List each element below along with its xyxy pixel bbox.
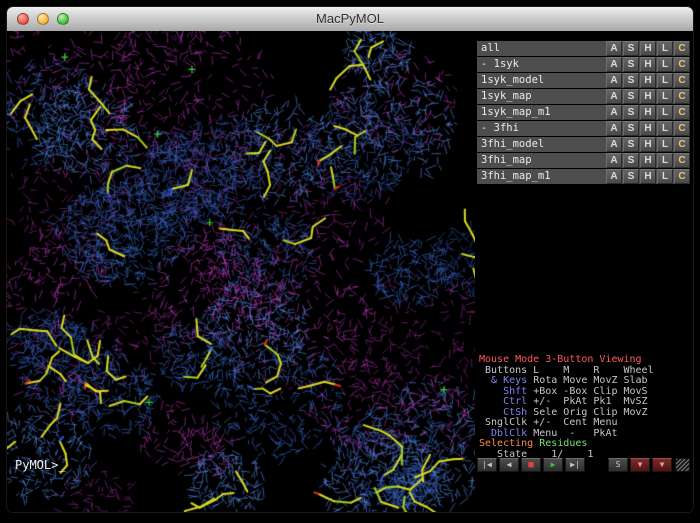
hide-button[interactable]: H	[640, 121, 656, 136]
hide-button[interactable]: H	[640, 137, 656, 152]
window-title: MacPyMOL	[7, 7, 693, 31]
hide-button[interactable]: H	[640, 41, 656, 56]
opengl-area: PyMOL>_ all A S H L C - 1syk A S H L C	[7, 31, 693, 512]
zoom-button[interactable]	[57, 13, 69, 25]
internal-gui-panel: all A S H L C - 1syk A S H L C 1syk_mode…	[475, 31, 693, 512]
label-button[interactable]: L	[657, 41, 673, 56]
label-button[interactable]: L	[657, 169, 673, 184]
action-button[interactable]: A	[606, 57, 622, 72]
resize-grip[interactable]	[675, 458, 690, 472]
label-button[interactable]: L	[657, 73, 673, 88]
menu-dropdown-icon[interactable]: ▼	[652, 458, 672, 472]
object-name[interactable]: 1syk_map_m1	[477, 105, 605, 120]
object-row: all A S H L C	[477, 41, 690, 56]
play-button[interactable]: ▶	[543, 458, 563, 472]
action-button[interactable]: A	[606, 105, 622, 120]
object-name[interactable]: 3fhi_model	[477, 137, 605, 152]
color-button[interactable]: C	[674, 41, 690, 56]
object-name[interactable]: - 1syk	[477, 57, 605, 72]
stop-button[interactable]: ■	[521, 458, 541, 472]
action-button[interactable]: A	[606, 121, 622, 136]
action-button[interactable]: A	[606, 41, 622, 56]
object-row: - 3fhi A S H L C	[477, 121, 690, 136]
object-row: - 1syk A S H L C	[477, 57, 690, 72]
label-button[interactable]: L	[657, 121, 673, 136]
hide-button[interactable]: H	[640, 105, 656, 120]
color-button[interactable]: C	[674, 169, 690, 184]
go-to-end-button[interactable]: ▶|	[565, 458, 585, 472]
show-button[interactable]: S	[623, 105, 639, 120]
label-button[interactable]: L	[657, 105, 673, 120]
command-prompt[interactable]: PyMOL>_	[15, 458, 66, 472]
label-button[interactable]: L	[657, 153, 673, 168]
object-row: 3fhi_map A S H L C	[477, 153, 690, 168]
hide-button[interactable]: H	[640, 57, 656, 72]
vcr-controls: |◀ ◀ ■ ▶ ▶| S ▼ ▼	[477, 457, 690, 472]
object-name[interactable]: - 3fhi	[477, 121, 605, 136]
object-row: 1syk_model A S H L C	[477, 73, 690, 88]
macpymol-window: MacPyMOL PyMOL>_ all A S H L C - 1syk A …	[6, 6, 694, 513]
show-button[interactable]: S	[623, 57, 639, 72]
color-button[interactable]: C	[674, 89, 690, 104]
object-list: all A S H L C - 1syk A S H L C 1syk_mode…	[475, 31, 693, 184]
color-button[interactable]: C	[674, 73, 690, 88]
color-button[interactable]: C	[674, 57, 690, 72]
show-button[interactable]: S	[623, 169, 639, 184]
show-button[interactable]: S	[623, 73, 639, 88]
label-button[interactable]: L	[657, 137, 673, 152]
object-row: 3fhi_map_m1 A S H L C	[477, 169, 690, 184]
go-to-start-button[interactable]: |◀	[477, 458, 497, 472]
close-button[interactable]	[17, 13, 29, 25]
show-button[interactable]: S	[623, 41, 639, 56]
color-button[interactable]: C	[674, 153, 690, 168]
show-button[interactable]: S	[623, 153, 639, 168]
show-button[interactable]: S	[623, 89, 639, 104]
show-button[interactable]: S	[623, 121, 639, 136]
object-name[interactable]: 1syk_model	[477, 73, 605, 88]
object-name[interactable]: all	[477, 41, 605, 56]
action-button[interactable]: A	[606, 137, 622, 152]
mouse-mode-panel: Mouse Mode 3-Button Viewing Buttons L M …	[479, 349, 693, 454]
color-button[interactable]: C	[674, 105, 690, 120]
object-row: 1syk_map A S H L C	[477, 89, 690, 104]
object-row: 3fhi_model A S H L C	[477, 137, 690, 152]
hide-button[interactable]: H	[640, 153, 656, 168]
scene-button[interactable]: S	[608, 458, 628, 472]
show-button[interactable]: S	[623, 137, 639, 152]
molecular-viewport[interactable]	[7, 31, 477, 513]
hide-button[interactable]: H	[640, 89, 656, 104]
object-name[interactable]: 3fhi_map	[477, 153, 605, 168]
color-button[interactable]: C	[674, 121, 690, 136]
minimize-button[interactable]	[37, 13, 49, 25]
object-name[interactable]: 1syk_map	[477, 89, 605, 104]
menu-dropdown-icon[interactable]: ▼	[630, 458, 650, 472]
action-button[interactable]: A	[606, 153, 622, 168]
color-button[interactable]: C	[674, 137, 690, 152]
action-button[interactable]: A	[606, 89, 622, 104]
label-button[interactable]: L	[657, 57, 673, 72]
title-bar[interactable]: MacPyMOL	[7, 7, 693, 32]
step-back-button[interactable]: ◀	[499, 458, 519, 472]
hide-button[interactable]: H	[640, 73, 656, 88]
action-button[interactable]: A	[606, 169, 622, 184]
object-row: 1syk_map_m1 A S H L C	[477, 105, 690, 120]
action-button[interactable]: A	[606, 73, 622, 88]
traffic-lights	[17, 13, 69, 25]
label-button[interactable]: L	[657, 89, 673, 104]
hide-button[interactable]: H	[640, 169, 656, 184]
object-name[interactable]: 3fhi_map_m1	[477, 169, 605, 184]
